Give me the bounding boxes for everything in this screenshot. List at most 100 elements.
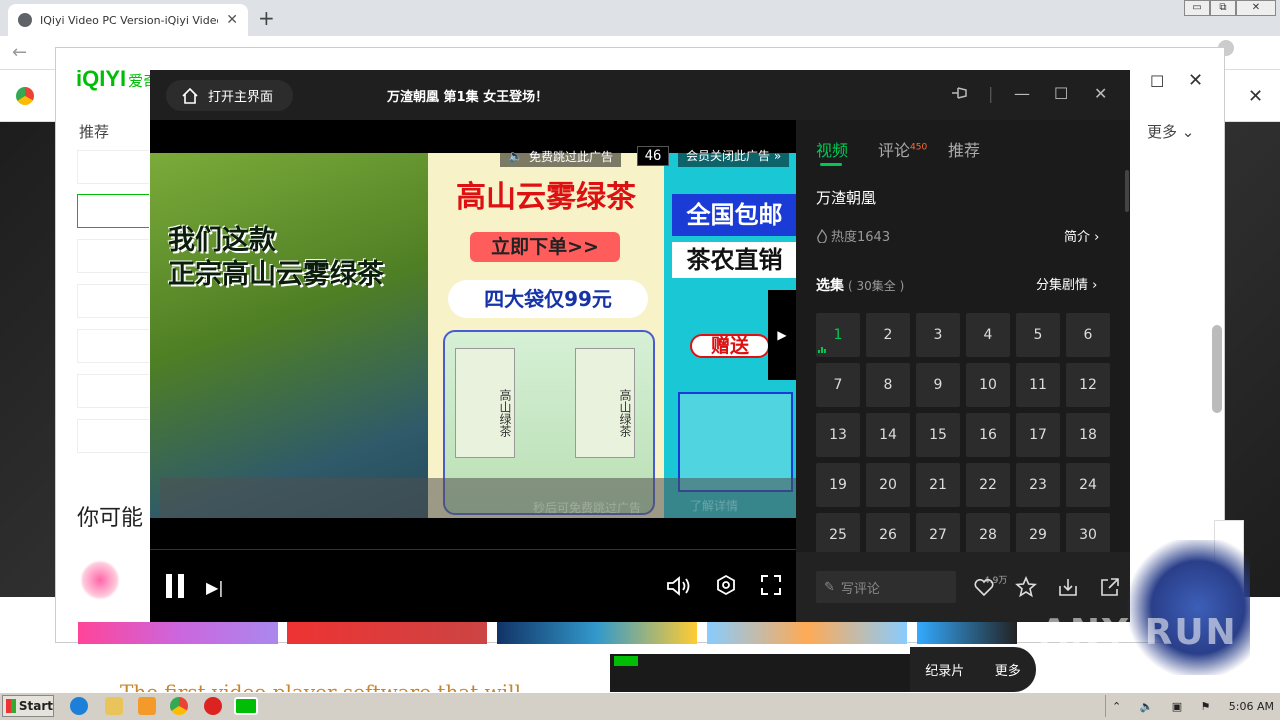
window-minimize-button[interactable]: ▭ <box>1184 0 1210 16</box>
ad-skip-button[interactable]: 🔈 免费跳过此广告 <box>500 145 621 167</box>
heart-icon[interactable] <box>974 578 996 601</box>
mecha-character-image[interactable] <box>1120 540 1250 675</box>
open-main-ui-button[interactable]: 打开主界面 <box>166 80 293 111</box>
player-close-button[interactable]: ✕ <box>1094 84 1107 103</box>
client-list-row[interactable] <box>77 374 149 408</box>
tab-comments[interactable]: 评论450 <box>878 137 927 161</box>
client-list-row[interactable] <box>77 150 149 184</box>
client-list-row[interactable] <box>77 419 149 453</box>
video-thumbnail[interactable] <box>497 622 697 644</box>
player-minimize-button[interactable]: — <box>1014 84 1030 103</box>
episode-button[interactable]: 4 <box>966 313 1010 357</box>
client-recommend-label[interactable]: 推荐 <box>79 121 109 142</box>
client-list-row[interactable] <box>77 239 149 273</box>
next-episode-icon[interactable]: ▶| <box>206 578 224 597</box>
intro-link[interactable]: 简介 › <box>1064 226 1099 245</box>
documentary-label[interactable]: 纪录片 <box>925 660 964 679</box>
flag-icon[interactable]: ⚑ <box>1201 700 1211 713</box>
episode-button[interactable]: 5 <box>1016 313 1060 357</box>
episode-button[interactable]: 8 <box>866 363 910 407</box>
ad-order-now[interactable]: 立即下单>> <box>470 232 620 262</box>
window-close-button[interactable]: ✕ <box>1236 0 1276 16</box>
comment-input[interactable]: ✎ 写评论 <box>816 571 956 603</box>
episode-button[interactable]: 20 <box>866 463 910 507</box>
tray-arrow-icon[interactable]: ⌃ <box>1112 700 1121 713</box>
clock[interactable]: 5:06 AM <box>1229 700 1274 713</box>
episode-button[interactable]: 14 <box>866 413 910 457</box>
pause-icon[interactable] <box>164 574 186 598</box>
opera-icon[interactable] <box>204 697 222 715</box>
fullscreen-icon[interactable] <box>760 574 782 596</box>
video-thumbnail[interactable] <box>707 622 907 644</box>
video-thumbnail[interactable] <box>78 622 278 644</box>
client-maximize-button[interactable]: ☐ <box>1150 72 1164 91</box>
episode-button[interactable]: 15 <box>916 413 960 457</box>
episode-button[interactable]: 3 <box>916 313 960 357</box>
client-more-link[interactable]: 更多 ⌄ <box>1147 121 1194 142</box>
speaker-tray-icon[interactable]: 🔈 <box>1140 700 1154 713</box>
episode-button[interactable]: 16 <box>966 413 1010 457</box>
folder-icon[interactable] <box>105 697 123 715</box>
episode-button[interactable]: 22 <box>966 463 1010 507</box>
episode-button[interactable]: 6 <box>1066 313 1110 357</box>
episode-button[interactable]: 28 <box>966 513 1010 557</box>
start-button[interactable]: Start <box>2 695 54 717</box>
episode-button[interactable]: 10 <box>966 363 1010 407</box>
chrome-taskbar-icon[interactable] <box>170 697 188 715</box>
ie-icon[interactable] <box>70 697 88 715</box>
documentary-bubble[interactable]: 纪录片 更多 <box>910 647 1036 692</box>
star-icon[interactable] <box>1015 575 1037 598</box>
episode-button[interactable]: 12 <box>1066 363 1110 407</box>
episode-button[interactable]: 24 <box>1066 463 1110 507</box>
iqiyi-taskbar-icon[interactable] <box>234 697 258 715</box>
client-scrollbar[interactable] <box>1212 325 1222 413</box>
episode-button[interactable]: 23 <box>1016 463 1060 507</box>
side-panel-scrollbar[interactable] <box>1125 170 1129 212</box>
client-preview-thumbnail[interactable] <box>610 654 910 692</box>
share-icon[interactable] <box>1099 576 1121 598</box>
episode-button[interactable]: 30 <box>1066 513 1110 557</box>
expand-panel-arrow-icon[interactable]: ▶ <box>768 290 796 380</box>
episode-button[interactable]: 18 <box>1066 413 1110 457</box>
ad-vip-close-button[interactable]: 会员关闭此广告 » <box>678 145 790 167</box>
browser-tab[interactable]: IQiyi Video PC Version-iQiyi Video Of ✕ <box>8 4 248 36</box>
pin-icon[interactable] <box>950 84 970 106</box>
back-arrow-icon[interactable]: ← <box>12 42 27 63</box>
tab-video[interactable]: 视频 <box>816 137 848 161</box>
client-close-button[interactable]: ✕ <box>1188 70 1203 91</box>
episode-button[interactable]: 17 <box>1016 413 1060 457</box>
client-list-row-selected[interactable] <box>77 194 149 228</box>
episode-button[interactable]: 2 <box>866 313 910 357</box>
new-tab-button[interactable]: + <box>258 6 275 30</box>
episode-button[interactable]: 21 <box>916 463 960 507</box>
download-icon[interactable] <box>1057 576 1079 598</box>
tab-close-icon[interactable]: ✕ <box>226 12 238 28</box>
video-thumbnail[interactable] <box>917 622 1017 644</box>
episode-button[interactable]: 13 <box>816 413 860 457</box>
episode-button[interactable]: 25 <box>816 513 860 557</box>
episode-button[interactable]: 1 <box>816 313 860 357</box>
volume-icon[interactable] <box>665 574 693 598</box>
episode-button[interactable]: 29 <box>1016 513 1060 557</box>
client-list-row[interactable] <box>77 329 149 363</box>
tab-recommend[interactable]: 推荐 <box>948 137 980 161</box>
window-restore-button[interactable]: ⧉ <box>1210 0 1236 16</box>
infobar-close-icon[interactable]: ✕ <box>1248 86 1263 107</box>
settings-icon[interactable] <box>715 574 737 596</box>
documentary-more[interactable]: 更多 <box>995 660 1021 679</box>
ad-learn-more[interactable]: 了解详情 <box>690 497 738 514</box>
network-icon[interactable]: ▣ <box>1172 700 1182 713</box>
client-list-row[interactable] <box>77 284 149 318</box>
video-thumbnail[interactable] <box>287 622 487 644</box>
episode-button[interactable]: 7 <box>816 363 860 407</box>
client-avatar-image[interactable] <box>80 560 120 600</box>
player-maximize-button[interactable]: ☐ <box>1054 84 1068 103</box>
episode-button[interactable]: 19 <box>816 463 860 507</box>
episode-button[interactable]: 11 <box>1016 363 1060 407</box>
episode-button[interactable]: 9 <box>916 363 960 407</box>
media-player-icon[interactable] <box>138 697 156 715</box>
episode-button[interactable]: 26 <box>866 513 910 557</box>
episode-button[interactable]: 27 <box>916 513 960 557</box>
episode-plot-link[interactable]: 分集剧情 › <box>1036 274 1097 293</box>
ad-panel-tea-field[interactable] <box>150 153 428 518</box>
